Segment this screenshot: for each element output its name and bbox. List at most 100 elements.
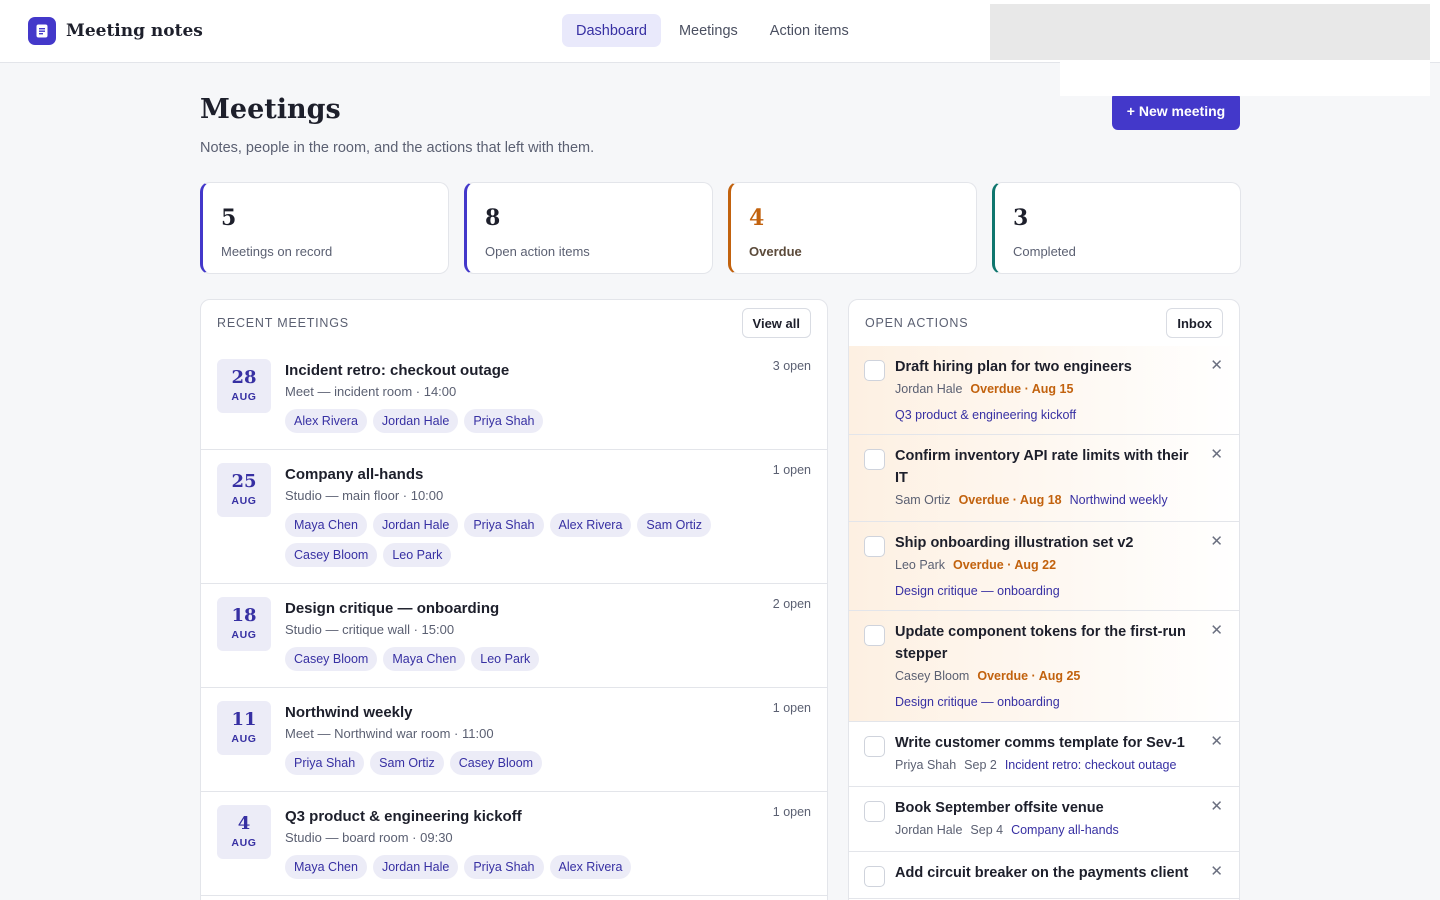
- close-icon[interactable]: ✕: [1210, 532, 1223, 550]
- attendee-chip[interactable]: Casey Bloom: [449, 751, 543, 775]
- action-item: ✕ Confirm inventory API rate limits with …: [849, 435, 1239, 522]
- attendee-chip[interactable]: Priya Shah: [464, 409, 544, 433]
- attendee-chip[interactable]: Maya Chen: [285, 513, 367, 537]
- action-meta: Jordan Hale Sep 4 Company all-hands: [895, 821, 1199, 839]
- meeting-row[interactable]: 11 AUG Northwind weekly Meet — Northwind wa…: [201, 688, 827, 792]
- tab-dashboard[interactable]: Dashboard: [562, 14, 661, 47]
- meeting-row[interactable]: 28 AUG Incident retro: checkout outage Meet…: [201, 346, 827, 450]
- panel-header: OPEN ACTIONS Inbox: [849, 300, 1239, 346]
- close-icon[interactable]: ✕: [1210, 356, 1223, 374]
- action-item: ✕ Update component tokens for the first-r…: [849, 611, 1239, 722]
- top-bar: Meeting notes Dashboard Meetings Action …: [0, 0, 1440, 63]
- tab-meetings[interactable]: Meetings: [665, 14, 752, 47]
- action-meeting-link[interactable]: Northwind weekly: [1070, 491, 1168, 509]
- action-title: Write customer comms template for Sev-1: [895, 735, 1185, 751]
- stats-row: 5 Meetings on record 8 Open action items…: [200, 182, 1241, 274]
- attendee-list: Alex Rivera Jordan Hale Priya Shah: [285, 409, 811, 439]
- stat-meetings: 5 Meetings on record: [200, 182, 449, 274]
- date-day: 18: [231, 605, 257, 626]
- attendee-chip[interactable]: Jordan Hale: [372, 409, 459, 433]
- action-due-date: Overdue · Aug 25: [977, 669, 1081, 683]
- meeting-row[interactable]: 4 AUG Q3 product & engineering kickoff Stud…: [201, 792, 827, 896]
- date-month: AUG: [231, 495, 257, 507]
- attendee-chip[interactable]: Jordan Hale: [372, 513, 459, 537]
- close-icon[interactable]: ✕: [1210, 862, 1223, 880]
- attendee-chip[interactable]: Casey Bloom: [285, 543, 378, 567]
- action-due-date: Overdue · Aug 22: [953, 558, 1057, 572]
- date-badge: 18 AUG: [217, 597, 271, 651]
- attendee-chip[interactable]: Priya Shah: [464, 513, 544, 537]
- action-meeting-link[interactable]: Incident retro: checkout outage: [1005, 756, 1177, 774]
- attendee-chip[interactable]: Sam Ortiz: [637, 513, 711, 537]
- attendee-chip[interactable]: Leo Park: [383, 543, 452, 567]
- meeting-list: 28 AUG Incident retro: checkout outage Meet…: [201, 346, 827, 896]
- meeting-title[interactable]: Northwind weekly: [285, 702, 811, 724]
- attendee-chip[interactable]: Alex Rivera: [549, 513, 632, 537]
- loading-placeholder: [990, 4, 1430, 60]
- action-due-date: Overdue · Aug 18: [958, 493, 1062, 507]
- date-badge: 25 AUG: [217, 463, 271, 517]
- date-day: 28: [231, 367, 257, 388]
- panel-title: OPEN ACTIONS: [865, 316, 969, 330]
- complete-checkbox[interactable]: [864, 625, 885, 646]
- action-title: Confirm inventory API rate limits with t…: [895, 448, 1189, 486]
- close-icon[interactable]: ✕: [1210, 732, 1223, 750]
- date-month: AUG: [231, 733, 257, 745]
- complete-checkbox[interactable]: [864, 801, 885, 822]
- meeting-title[interactable]: Incident retro: checkout outage: [285, 360, 811, 382]
- tab-action-items[interactable]: Action items: [756, 14, 863, 47]
- meeting-meta: Meet — incident room · 14:00: [285, 384, 457, 399]
- stat-value: 5: [221, 205, 237, 231]
- panel-title: RECENT MEETINGS: [217, 316, 349, 330]
- view-all-button[interactable]: View all: [741, 308, 811, 338]
- stat-label: Meetings on record: [221, 244, 333, 259]
- complete-checkbox[interactable]: [864, 736, 885, 757]
- attendee-chip[interactable]: Maya Chen: [285, 855, 367, 879]
- date-day: 25: [231, 471, 257, 492]
- complete-checkbox[interactable]: [864, 866, 885, 887]
- attendee-chip[interactable]: Maya Chen: [383, 647, 466, 671]
- action-meta: Casey Bloom Overdue · Aug 25 Design critiq…: [895, 667, 1199, 711]
- close-icon[interactable]: ✕: [1210, 445, 1223, 463]
- complete-checkbox[interactable]: [864, 360, 885, 381]
- action-list: ✕ Draft hiring plan for two engineers Jord…: [849, 346, 1239, 899]
- action-meeting-link[interactable]: Q3 product & engineering kickoff: [895, 406, 1199, 424]
- attendee-list: Maya Chen Jordan Hale Priya Shah Alex River…: [285, 855, 811, 885]
- meeting-title[interactable]: Company all-hands: [285, 464, 811, 486]
- attendee-list: Casey Bloom Maya Chen Leo Park: [285, 647, 811, 677]
- close-icon[interactable]: ✕: [1210, 621, 1223, 639]
- attendee-chip[interactable]: Priya Shah: [285, 751, 365, 775]
- attendee-chip[interactable]: Priya Shah: [464, 855, 544, 879]
- complete-checkbox[interactable]: [864, 449, 885, 470]
- attendee-chip[interactable]: Jordan Hale: [372, 855, 459, 879]
- meeting-row[interactable]: 18 AUG Design critique — onboarding Studio …: [201, 584, 827, 688]
- action-owner: Leo Park: [895, 558, 946, 572]
- meeting-row[interactable]: 25 AUG Company all-hands Studio — main floo…: [201, 450, 827, 584]
- action-item: ✕ Add circuit breaker on the payments cli…: [849, 852, 1239, 899]
- panel-header: RECENT MEETINGS View all: [201, 300, 827, 346]
- meeting-title[interactable]: Q3 product & engineering kickoff: [285, 806, 811, 828]
- action-due-date: Sep 2: [964, 758, 997, 772]
- close-icon[interactable]: ✕: [1210, 797, 1223, 815]
- stat-label: Completed: [1013, 244, 1076, 259]
- attendee-chip[interactable]: Sam Ortiz: [370, 751, 444, 775]
- page-title: Meetings: [200, 94, 341, 125]
- brand[interactable]: Meeting notes: [28, 17, 203, 45]
- new-meeting-button[interactable]: + New meeting: [1112, 92, 1240, 130]
- action-meeting-link[interactable]: Design critique — onboarding: [895, 693, 1199, 711]
- date-badge: 4 AUG: [217, 805, 271, 859]
- action-meeting-link[interactable]: Design critique — onboarding: [895, 582, 1199, 600]
- action-title: Book September offsite venue: [895, 800, 1104, 816]
- action-meta: Leo Park Overdue · Aug 22 Design critique …: [895, 556, 1199, 600]
- date-month: AUG: [231, 391, 257, 403]
- meeting-title[interactable]: Design critique — onboarding: [285, 598, 811, 620]
- action-meeting-link[interactable]: Company all-hands: [1011, 821, 1119, 839]
- action-item: ✕ Ship onboarding illustration set v2 Leo …: [849, 522, 1239, 611]
- attendee-chip[interactable]: Alex Rivera: [549, 855, 632, 879]
- inbox-button[interactable]: Inbox: [1166, 308, 1223, 338]
- attendee-chip[interactable]: Leo Park: [471, 647, 540, 671]
- attendee-chip[interactable]: Alex Rivera: [285, 409, 367, 433]
- action-item: ✕ Write customer comms template for Sev-1…: [849, 722, 1239, 787]
- complete-checkbox[interactable]: [864, 536, 885, 557]
- attendee-chip[interactable]: Casey Bloom: [285, 647, 378, 671]
